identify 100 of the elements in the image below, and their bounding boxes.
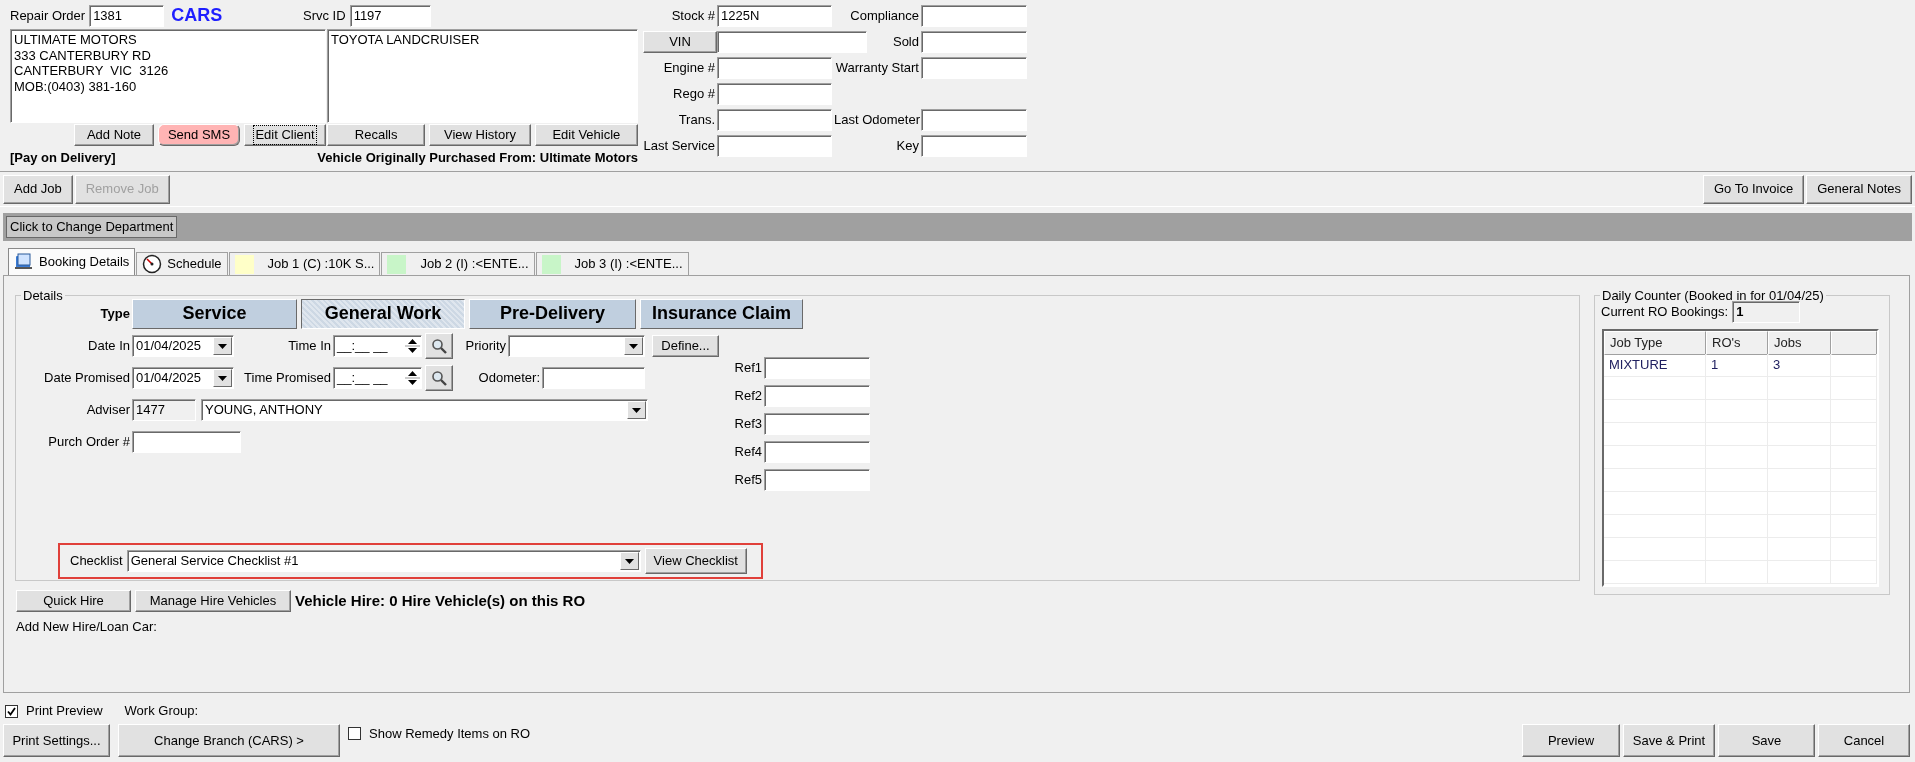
vehicle-field[interactable]: [921, 135, 1027, 157]
ref-field[interactable]: [764, 413, 870, 435]
bookings-label: Current RO Bookings:: [1601, 304, 1729, 320]
job-type-button[interactable]: Pre-Delivery: [469, 298, 636, 329]
vehicle-field[interactable]: [717, 57, 832, 79]
repair-order-field[interactable]: 1381: [89, 5, 165, 27]
repair-order-label: Repair Order: [10, 8, 86, 24]
caret-icon: [629, 343, 638, 349]
field-label: Key: [895, 138, 920, 154]
table-cell: MIXTURE: [1604, 354, 1706, 376]
purchase-order-field[interactable]: [132, 431, 241, 453]
field-label: Adviser: [85, 402, 131, 418]
branch-label: CARS: [171, 5, 223, 27]
vehicle-field[interactable]: [921, 57, 1027, 79]
date-dropdown[interactable]: 01/04/2025: [132, 335, 234, 357]
date-dropdown[interactable]: 01/04/2025: [132, 367, 234, 389]
footer-button[interactable]: Print Settings...: [3, 724, 110, 757]
caret-icon: [632, 407, 641, 413]
work-group-label: Work Group:: [124, 703, 199, 719]
vehicle-action-button[interactable]: Edit Vehicle: [534, 124, 638, 146]
define-button[interactable]: Define...: [652, 335, 719, 357]
vehicle-field[interactable]: [717, 135, 832, 157]
ref-label: Ref1: [733, 360, 763, 376]
dropdown-button[interactable]: [213, 369, 232, 387]
tab[interactable]: Job 2 (I) :<ENTE...: [381, 252, 535, 275]
field-label: Time In: [287, 338, 332, 354]
hire-button[interactable]: Manage Hire Vehicles: [135, 590, 291, 612]
field-label: Trans.: [677, 112, 716, 128]
vehicle-field[interactable]: [717, 31, 867, 53]
ref-field[interactable]: [764, 357, 870, 379]
tab[interactable]: Schedule: [136, 252, 228, 275]
vehicle-field[interactable]: [717, 109, 832, 131]
tab[interactable]: Job 3 (I) :<ENTE...: [535, 252, 689, 275]
ref-field[interactable]: [764, 385, 870, 407]
column-header[interactable]: RO's: [1706, 331, 1768, 355]
footer-button[interactable]: Change Branch (CARS) >: [118, 724, 340, 757]
vehicle-field[interactable]: [921, 109, 1027, 131]
field-label: Warranty Start: [834, 60, 920, 76]
adviser-code-field[interactable]: 1477: [132, 399, 196, 421]
vehicle-action-button[interactable]: View History: [429, 124, 531, 146]
field-label: Last Odometer: [834, 112, 921, 128]
footer-button[interactable]: Preview: [1522, 724, 1620, 757]
vehicle-description-box[interactable]: TOYOTA LANDCRUISER: [327, 29, 638, 123]
column-header[interactable]: Job Type: [1604, 331, 1706, 355]
bookings-count-field[interactable]: 1: [1732, 301, 1801, 323]
job-type-button[interactable]: Service: [132, 298, 297, 329]
job-type-button[interactable]: Insurance Claim: [640, 298, 803, 329]
caret-icon: [218, 375, 227, 381]
odometer-field[interactable]: [542, 367, 645, 389]
checklist-dropdown[interactable]: General Service Checklist #1: [126, 550, 641, 572]
hire-button[interactable]: Quick Hire: [16, 590, 131, 612]
search-button[interactable]: [425, 333, 453, 359]
search-button[interactable]: [425, 365, 453, 391]
tab[interactable]: Booking Details: [8, 248, 136, 275]
department-button[interactable]: Click to Change Department: [6, 216, 178, 238]
service-id-label: Srvc ID: [303, 8, 346, 24]
column-header[interactable]: Jobs: [1768, 331, 1831, 355]
field-label: Priority: [464, 338, 507, 354]
vin-button[interactable]: VIN: [643, 31, 717, 53]
footer-button[interactable]: Cancel: [1818, 724, 1910, 757]
vehicle-field[interactable]: 1225N: [717, 5, 832, 27]
toolbar-button[interactable]: Go To Invoice: [1702, 174, 1805, 204]
print-preview-checkbox[interactable]: [5, 704, 18, 718]
group-title: Daily Counter (Booked in for 01/04/25): [1601, 289, 1825, 302]
client-action-button[interactable]: Edit Client: [244, 124, 326, 146]
footer-button[interactable]: Save & Print: [1623, 724, 1715, 757]
table-cell: 1: [1706, 354, 1768, 376]
view-checklist-button[interactable]: View Checklist: [644, 548, 747, 574]
ref-field[interactable]: [764, 441, 870, 463]
vehicle-action-button[interactable]: Recalls: [327, 124, 426, 146]
time-field[interactable]: __:__ __: [333, 367, 422, 389]
toolbar-button[interactable]: Add Job: [3, 174, 73, 204]
client-action-button[interactable]: Add Note: [74, 124, 154, 146]
tab[interactable]: Job 1 (C) :10K S...: [228, 252, 381, 275]
adviser-dropdown[interactable]: YOUNG, ANTHONY: [201, 399, 648, 421]
dropdown-button[interactable]: [619, 552, 639, 570]
vehicle-field[interactable]: [921, 5, 1027, 27]
dropdown-button[interactable]: [624, 337, 643, 355]
ref-label: Ref5: [733, 472, 763, 488]
ref-label: Ref4: [733, 444, 763, 460]
service-id-field[interactable]: 1197: [349, 5, 431, 27]
field-label: Compliance: [849, 8, 920, 24]
time-field[interactable]: __:__ __: [333, 335, 422, 357]
dropdown-button[interactable]: [627, 401, 646, 419]
purchased-from-note: Vehicle Originally Purchased From: Ultimate Motors: [317, 150, 638, 166]
remedy-checkbox[interactable]: [348, 727, 361, 741]
client-action-button[interactable]: Send SMS: [158, 124, 240, 146]
priority-dropdown[interactable]: [508, 335, 645, 357]
group-title: Details: [22, 289, 64, 302]
dropdown-button[interactable]: [213, 337, 232, 355]
vehicle-field[interactable]: [717, 83, 832, 105]
field-label: Engine #: [662, 60, 716, 76]
toolbar-button[interactable]: General Notes: [1806, 174, 1912, 204]
footer-button[interactable]: Save: [1718, 724, 1815, 757]
field-label: Time Promised: [243, 370, 332, 386]
job-type-button[interactable]: General Work: [301, 298, 465, 329]
client-address-box[interactable]: ULTIMATE MOTORS 333 CANTERBURY RD CANTERBURY VIC 3126 MOB:(0403) 381-160: [10, 29, 326, 123]
ref-field[interactable]: [764, 469, 870, 491]
checkbox-label: Show Remedy Items on RO: [369, 726, 531, 742]
vehicle-field[interactable]: [921, 31, 1027, 53]
